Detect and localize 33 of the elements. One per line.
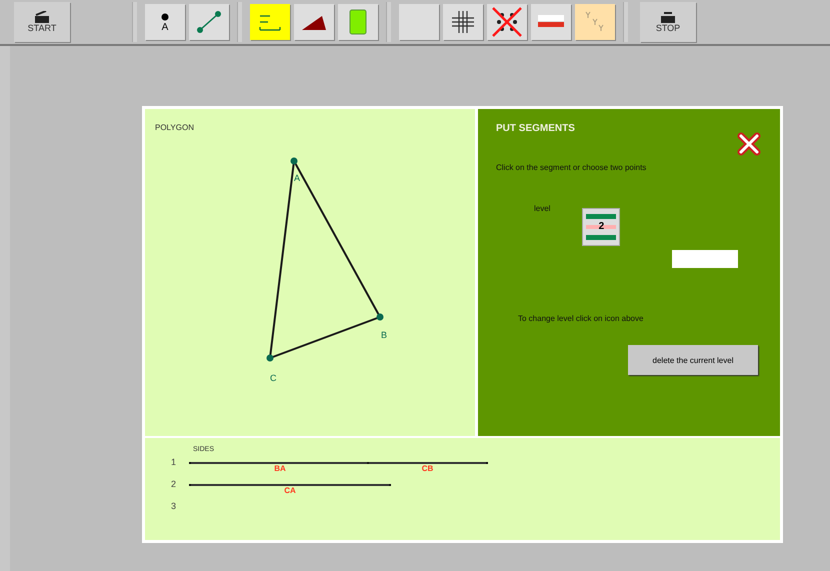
rectangle-icon bbox=[349, 9, 367, 35]
side-segment: BA bbox=[191, 453, 369, 475]
tool-button[interactable] bbox=[487, 4, 527, 40]
hint-text: To change level click on icon above bbox=[517, 314, 644, 323]
row-number: 2 bbox=[171, 479, 178, 489]
side-segment: CA bbox=[191, 475, 389, 497]
input-field[interactable] bbox=[672, 250, 738, 268]
start-button[interactable]: START bbox=[14, 2, 70, 42]
close-button[interactable] bbox=[736, 131, 762, 157]
instruction-text: Click on the segment or choose two points bbox=[496, 163, 648, 172]
tool-button[interactable]: A bbox=[145, 4, 185, 40]
canvas-title: POLYGON bbox=[155, 123, 194, 132]
row-number: 1 bbox=[171, 457, 178, 467]
vertex-label: B bbox=[381, 329, 388, 342]
vertex-label: C bbox=[270, 372, 276, 385]
side-segment: CB bbox=[369, 453, 486, 475]
bar-icon bbox=[538, 15, 564, 29]
vertex-label: A bbox=[294, 172, 300, 185]
clapperboard-icon bbox=[660, 11, 676, 23]
row-number: 3 bbox=[171, 501, 178, 511]
grid-icon bbox=[449, 8, 477, 36]
segment-icon bbox=[195, 9, 223, 35]
point-icon bbox=[160, 12, 170, 22]
tool-button[interactable] bbox=[250, 4, 290, 40]
level-button[interactable]: 2 bbox=[582, 208, 620, 246]
tool-button[interactable] bbox=[294, 4, 334, 40]
crossed-points-icon bbox=[490, 5, 524, 39]
panel-title: PUT SEGMENTS bbox=[496, 123, 575, 134]
clapperboard-icon bbox=[34, 11, 50, 23]
tool-button[interactable] bbox=[443, 4, 483, 40]
level-label: level bbox=[534, 204, 550, 213]
stop-button[interactable]: STOP bbox=[640, 2, 696, 42]
delete-level-button[interactable]: delete the current level bbox=[628, 345, 758, 375]
